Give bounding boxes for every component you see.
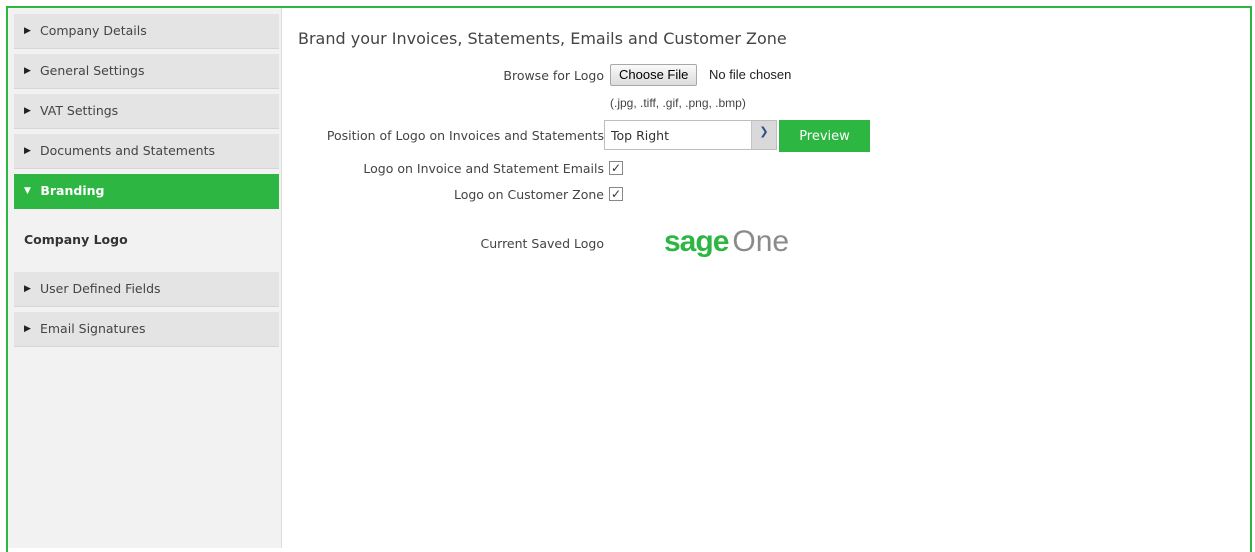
sidebar-item-label: Branding xyxy=(40,183,105,198)
sidebar-item-label: User Defined Fields xyxy=(39,281,161,296)
sidebar-item-branding[interactable]: ▼ Branding xyxy=(14,174,279,209)
logo-text-one: One xyxy=(732,225,790,258)
chevron-down-icon[interactable]: ❯ xyxy=(751,121,776,149)
caret-right-icon: ▶ xyxy=(24,146,31,156)
sage-one-logo: sage One xyxy=(664,222,789,262)
sidebar-item-label: Documents and Statements xyxy=(39,143,216,158)
caret-right-icon: ▶ xyxy=(24,26,31,36)
logo-text-sage: sage xyxy=(664,225,729,258)
caret-right-icon: ▶ xyxy=(24,66,31,76)
choose-file-button[interactable]: Choose File xyxy=(610,64,698,86)
current-logo-label: Current Saved Logo xyxy=(480,236,605,251)
caret-right-icon: ▶ xyxy=(24,284,31,294)
file-types-hint: (.jpg, .tiff, .gif, .png, .bmp) xyxy=(610,96,746,110)
sidebar-subitem-company-logo[interactable]: Company Logo xyxy=(24,232,128,247)
sidebar-item-company-details[interactable]: ▶ Company Details xyxy=(14,14,279,49)
no-file-text: No file chosen xyxy=(709,67,792,82)
sidebar-item-general-settings[interactable]: ▶ General Settings xyxy=(14,54,279,89)
caret-right-icon: ▶ xyxy=(24,324,31,334)
sidebar-item-label: General Settings xyxy=(39,63,145,78)
settings-sidebar: ▶ Company Details ▶ General Settings ▶ V… xyxy=(8,8,282,548)
logo-customer-zone-label: Logo on Customer Zone xyxy=(453,187,604,202)
logo-customer-zone-checkbox[interactable]: ✓ xyxy=(609,187,623,201)
sidebar-item-user-defined-fields[interactable]: ▶ User Defined Fields xyxy=(14,272,279,307)
logo-position-select[interactable]: Top Right ❯ xyxy=(604,120,777,150)
preview-button[interactable]: Preview xyxy=(779,120,870,152)
logo-emails-label: Logo on Invoice and Statement Emails xyxy=(363,161,604,176)
sidebar-item-vat-settings[interactable]: ▶ VAT Settings xyxy=(14,94,279,129)
sidebar-item-email-signatures[interactable]: ▶ Email Signatures xyxy=(14,312,279,347)
sidebar-item-label: Email Signatures xyxy=(39,321,146,336)
sidebar-item-documents-and-statements[interactable]: ▶ Documents and Statements xyxy=(14,134,279,169)
logo-position-label: Position of Logo on Invoices and Stateme… xyxy=(326,128,604,143)
caret-down-icon: ▼ xyxy=(24,186,31,196)
logo-emails-checkbox[interactable]: ✓ xyxy=(609,161,623,175)
caret-right-icon: ▶ xyxy=(24,106,31,116)
select-value: Top Right xyxy=(611,128,669,143)
browse-logo-label: Browse for Logo xyxy=(503,68,604,83)
sidebar-item-label: Company Details xyxy=(39,23,147,38)
sidebar-item-label: VAT Settings xyxy=(39,103,119,118)
page-title: Brand your Invoices, Statements, Emails … xyxy=(298,29,787,48)
branding-panel: Brand your Invoices, Statements, Emails … xyxy=(282,8,1250,548)
